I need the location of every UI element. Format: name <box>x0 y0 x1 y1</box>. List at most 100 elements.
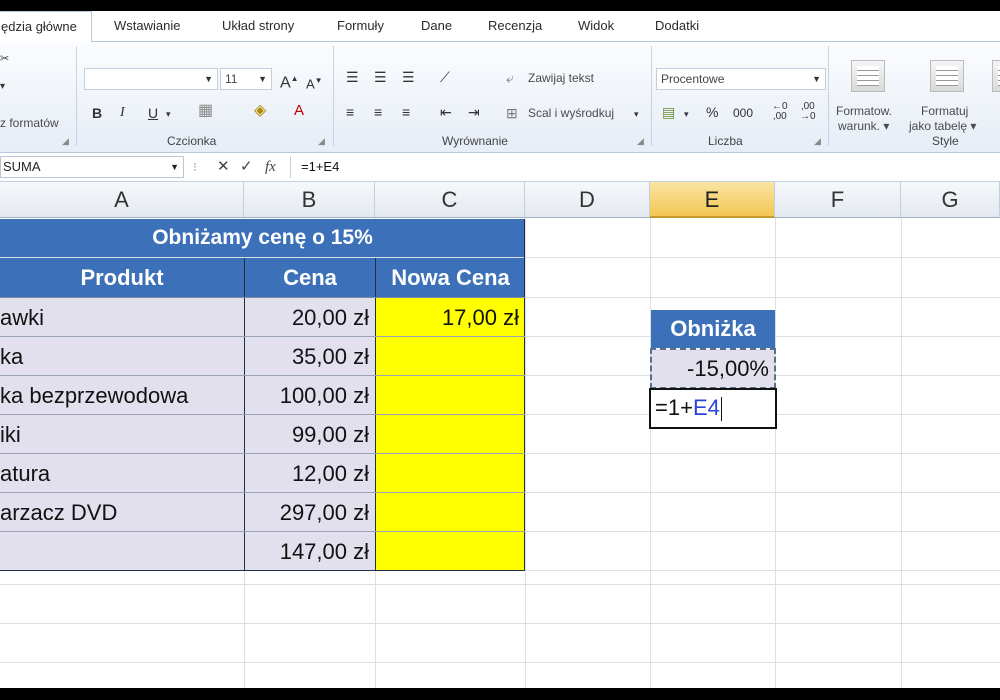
italic-icon[interactable]: I <box>120 104 125 122</box>
table-row-product[interactable]: awki <box>0 298 244 337</box>
table-row-new-price[interactable] <box>376 532 525 571</box>
clipboard-launcher-icon[interactable]: ◢ <box>62 136 69 147</box>
table-row-new-price[interactable] <box>376 376 525 415</box>
table-row-price[interactable]: 99,00 zł <box>245 415 375 454</box>
font-launcher-icon[interactable]: ◢ <box>318 136 325 147</box>
number-launcher-icon[interactable]: ◢ <box>814 136 821 147</box>
alignment-launcher-icon[interactable]: ◢ <box>637 136 644 147</box>
align-bottom-icon[interactable]: ☰ <box>402 68 415 86</box>
discount-header-cell[interactable]: Obniżka <box>651 310 775 348</box>
tab-page-layout[interactable]: Układ strony <box>222 11 294 41</box>
table-row-price[interactable]: 100,00 zł <box>245 376 375 415</box>
insert-function-icon[interactable]: fx <box>265 156 276 178</box>
gridline <box>0 623 1000 624</box>
header-price-cell[interactable]: Cena <box>245 258 375 297</box>
table-row-price[interactable]: 147,00 zł <box>245 532 375 571</box>
table-row-product[interactable]: iki <box>0 415 244 454</box>
worksheet-grid[interactable]: A B C D E F G Obniżamy cenę o 15% Produk… <box>0 182 1000 688</box>
font-color-icon[interactable]: A <box>294 102 304 120</box>
table-row-new-price[interactable] <box>376 415 525 454</box>
column-header-g[interactable]: G <box>901 182 1000 218</box>
table-row-product[interactable] <box>0 532 244 571</box>
table-row-price[interactable]: 297,00 zł <box>245 493 375 532</box>
copy-dropdown-icon[interactable]: ▾ <box>0 78 5 96</box>
table-row-price[interactable]: 35,00 zł <box>245 337 375 376</box>
comma-style-button[interactable]: 000 <box>733 104 753 122</box>
active-cell-editor[interactable]: =1+E4 <box>649 388 777 429</box>
align-center-icon[interactable]: ≡ <box>374 103 382 121</box>
accounting-format-icon[interactable]: ▤ <box>662 103 675 121</box>
separator <box>828 46 829 146</box>
increase-decimal-icon[interactable]: ←0,00 <box>772 102 788 122</box>
tab-data[interactable]: Dane <box>421 11 452 41</box>
align-top-icon[interactable]: ☰ <box>346 68 359 86</box>
column-header-b[interactable]: B <box>244 182 375 218</box>
cell-styles-icon[interactable] <box>992 60 1000 92</box>
table-title-cell[interactable]: Obniżamy cenę o 15% <box>0 219 525 257</box>
orientation-icon[interactable]: ⟋ <box>440 68 450 86</box>
header-product-cell[interactable]: Produkt <box>0 258 244 297</box>
number-format-combo[interactable]: Procentowe ▼ <box>656 68 826 90</box>
table-row-product[interactable]: ka <box>0 337 244 376</box>
align-right-icon[interactable]: ≡ <box>402 103 410 121</box>
name-box[interactable]: SUMA ▼ <box>0 156 184 178</box>
table-row-product[interactable]: atura <box>0 454 244 493</box>
tab-review[interactable]: Recenzja <box>488 11 542 41</box>
chevron-down-icon[interactable]: ▾ <box>166 105 171 123</box>
table-row-product[interactable]: ka bezprzewodowa <box>0 376 244 415</box>
grip-icon: ⁝ <box>193 160 197 174</box>
conditional-formatting-label1[interactable]: Formatow. <box>836 104 892 118</box>
conditional-formatting-label2[interactable]: warunk. ▾ <box>838 119 889 133</box>
cancel-icon[interactable]: ✕ <box>217 156 230 178</box>
table-row-new-price[interactable]: 17,00 zł <box>376 298 525 337</box>
tab-home[interactable]: ędzia główne <box>0 11 92 43</box>
decrease-decimal-icon[interactable]: ,00 →0 <box>800 102 816 122</box>
tab-view[interactable]: Widok <box>578 11 614 41</box>
table-row-new-price[interactable] <box>376 454 525 493</box>
font-size-combo[interactable]: 11 ▼ <box>220 68 272 90</box>
increase-indent-icon[interactable]: ⇥ <box>468 103 480 121</box>
chevron-down-icon[interactable]: ▾ <box>634 105 639 123</box>
align-left-icon[interactable]: ≡ <box>346 103 354 121</box>
table-row-new-price[interactable] <box>376 337 525 376</box>
tab-formulas[interactable]: Formuły <box>337 11 384 41</box>
header-new-price-cell[interactable]: Nowa Cena <box>376 258 525 297</box>
enter-icon[interactable]: ✓ <box>240 156 253 178</box>
tab-insert[interactable]: Wstawianie <box>114 11 180 41</box>
format-as-table-label1[interactable]: Formatuj <box>921 104 968 118</box>
column-header-f[interactable]: F <box>775 182 901 218</box>
tab-addins[interactable]: Dodatki <box>655 11 699 41</box>
table-row-product[interactable]: arzacz DVD <box>0 493 244 532</box>
formula-input[interactable]: =1+E4 <box>290 156 1000 178</box>
table-border <box>0 492 525 493</box>
decrease-indent-icon[interactable]: ⇤ <box>440 103 452 121</box>
cut-icon[interactable]: ✂ <box>0 50 9 68</box>
table-row-price[interactable]: 20,00 zł <box>245 298 375 337</box>
column-header-e[interactable]: E <box>650 182 775 218</box>
table-border <box>0 531 525 532</box>
font-name-combo[interactable]: ▼ <box>84 68 218 90</box>
wrap-text-button[interactable]: Zawijaj tekst <box>528 71 594 85</box>
underline-icon[interactable]: U <box>148 104 158 122</box>
table-border <box>0 570 525 571</box>
column-header-c[interactable]: C <box>375 182 525 218</box>
borders-icon[interactable]: ▦ <box>198 102 213 120</box>
format-as-table-label2[interactable]: jako tabelę ▾ <box>909 119 976 133</box>
merge-center-button[interactable]: Scal i wyśrodkuj <box>528 106 614 120</box>
table-row-price[interactable]: 12,00 zł <box>245 454 375 493</box>
separator <box>651 46 652 146</box>
table-border <box>524 219 525 571</box>
format-as-table-icon[interactable] <box>930 60 964 92</box>
table-row-new-price[interactable] <box>376 493 525 532</box>
chevron-down-icon[interactable]: ▾ <box>684 105 689 123</box>
percent-style-button[interactable]: % <box>706 103 718 121</box>
format-painter-label[interactable]: z formatów <box>0 116 59 130</box>
conditional-formatting-icon[interactable] <box>851 60 885 92</box>
bold-icon[interactable]: B <box>92 104 102 122</box>
column-header-a[interactable]: A <box>0 182 244 218</box>
grow-font-icon[interactable]: A▲ <box>280 70 299 92</box>
fill-color-icon[interactable]: ◈ <box>254 102 266 120</box>
align-middle-icon[interactable]: ☰ <box>374 68 387 86</box>
shrink-font-icon[interactable]: A▼ <box>306 72 323 93</box>
column-header-d[interactable]: D <box>525 182 650 218</box>
